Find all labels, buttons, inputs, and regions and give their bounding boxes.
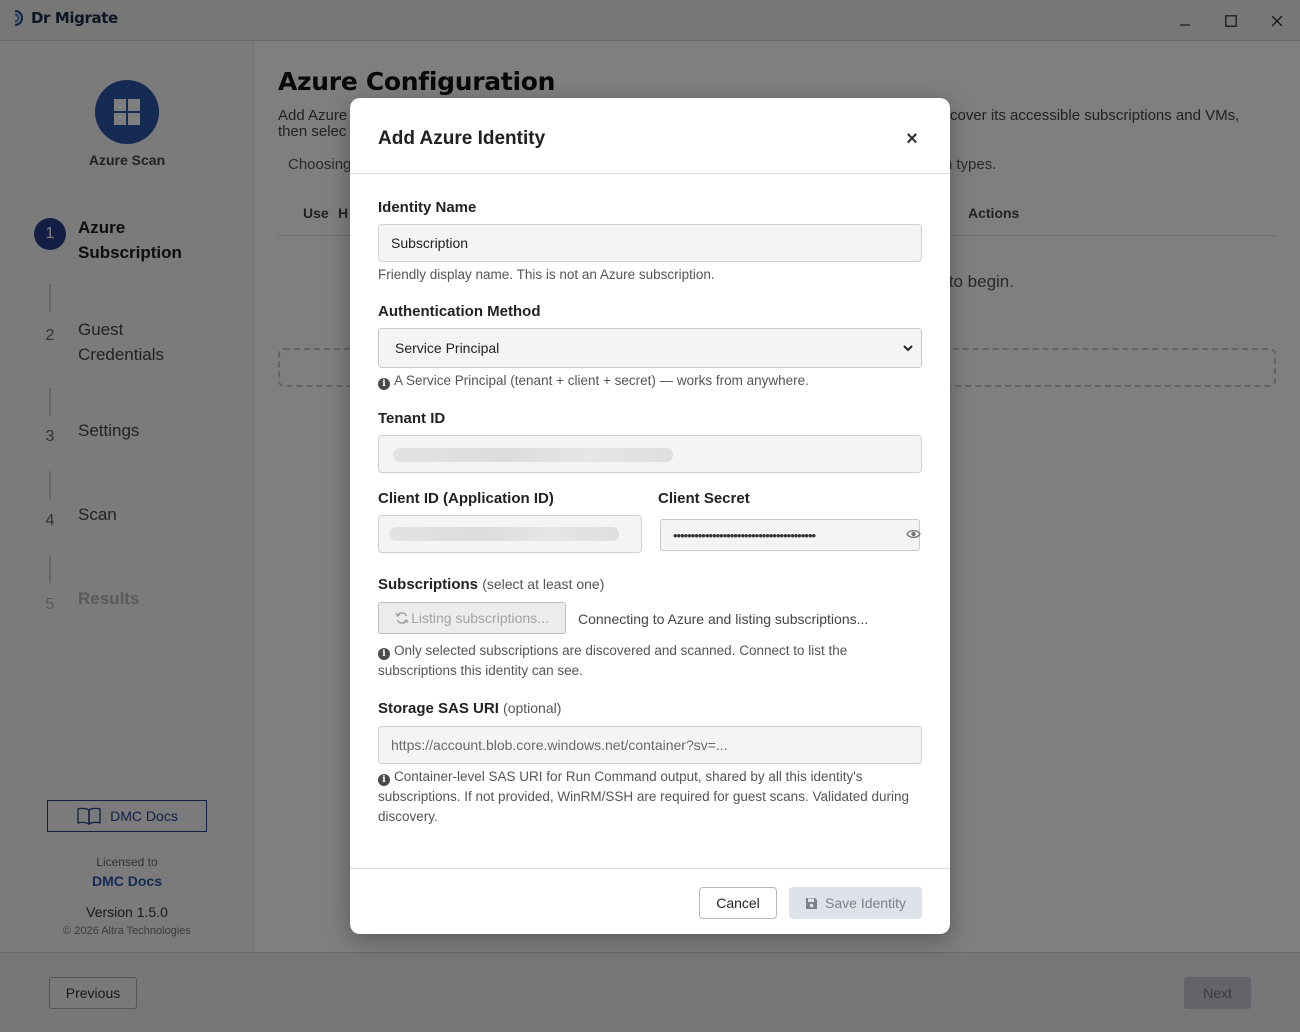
auth-method-select[interactable]: Service Principal xyxy=(378,328,922,368)
tenant-id-label: Tenant ID xyxy=(378,410,446,427)
chevron-down-icon xyxy=(903,345,913,352)
info-icon: i xyxy=(378,774,390,786)
client-id-label: Client ID (Application ID) xyxy=(378,490,554,507)
storage-sas-label-text: Storage SAS URI xyxy=(378,700,499,717)
client-secret-input[interactable]: •••••••••••••••••••••••••••••••••••••••• xyxy=(660,519,920,551)
identity-name-input[interactable]: Subscription xyxy=(378,224,922,262)
auth-method-help-text: A Service Principal (tenant + client + s… xyxy=(394,373,809,388)
auth-method-help: i A Service Principal (tenant + client + … xyxy=(378,371,922,391)
save-identity-label: Save Identity xyxy=(825,895,906,911)
storage-sas-label: Storage SAS URI (optional) xyxy=(378,700,561,717)
connection-status: Connecting to Azure and listing subscrip… xyxy=(578,611,869,627)
subscriptions-label-text: Subscriptions xyxy=(378,576,479,593)
redacted-value xyxy=(389,527,619,541)
storage-sas-help: i Container-level SAS URI for Run Command… xyxy=(378,767,922,827)
storage-sas-input[interactable]: https://account.blob.core.windows.net/co… xyxy=(378,726,922,764)
eye-icon[interactable] xyxy=(906,528,921,540)
info-icon: i xyxy=(378,648,390,660)
dialog-title: Add Azure Identity xyxy=(378,128,546,149)
dialog-footer: Cancel Save Identity xyxy=(350,868,950,934)
dialog-close-button[interactable]: × xyxy=(898,128,926,152)
info-icon: i xyxy=(378,378,390,390)
auth-method-label: Authentication Method xyxy=(378,303,541,320)
storage-sas-help-text: Container-level SAS URI for Run Command … xyxy=(378,769,910,824)
client-secret-label: Client Secret xyxy=(658,490,750,507)
list-subscriptions-label: Listing subscriptions... xyxy=(411,610,549,626)
auth-method-value: Service Principal xyxy=(395,340,500,356)
tenant-id-input[interactable] xyxy=(378,435,922,473)
subscriptions-sub-label: (select at least one) xyxy=(482,576,605,592)
subscriptions-label: Subscriptions (select at least one) xyxy=(378,576,604,593)
list-subscriptions-button[interactable]: Listing subscriptions... xyxy=(378,602,566,634)
subscriptions-help-text: Only selected subscriptions are discover… xyxy=(378,643,848,678)
save-identity-button[interactable]: Save Identity xyxy=(789,887,922,919)
identity-name-help: Friendly display name. This is not an Az… xyxy=(378,267,715,282)
dialog-header: Add Azure Identity × xyxy=(350,98,950,174)
client-id-input[interactable] xyxy=(378,515,642,553)
cancel-button[interactable]: Cancel xyxy=(699,887,777,919)
refresh-icon xyxy=(395,612,409,624)
subscriptions-help: i Only selected subscriptions are discove… xyxy=(378,641,922,681)
add-azure-identity-dialog: Add Azure Identity × Identity Name Subsc… xyxy=(350,98,950,934)
redacted-value xyxy=(393,448,673,462)
storage-sas-sub-label: (optional) xyxy=(503,700,562,716)
floppy-disk-icon xyxy=(806,897,818,909)
identity-name-label: Identity Name xyxy=(378,199,477,216)
